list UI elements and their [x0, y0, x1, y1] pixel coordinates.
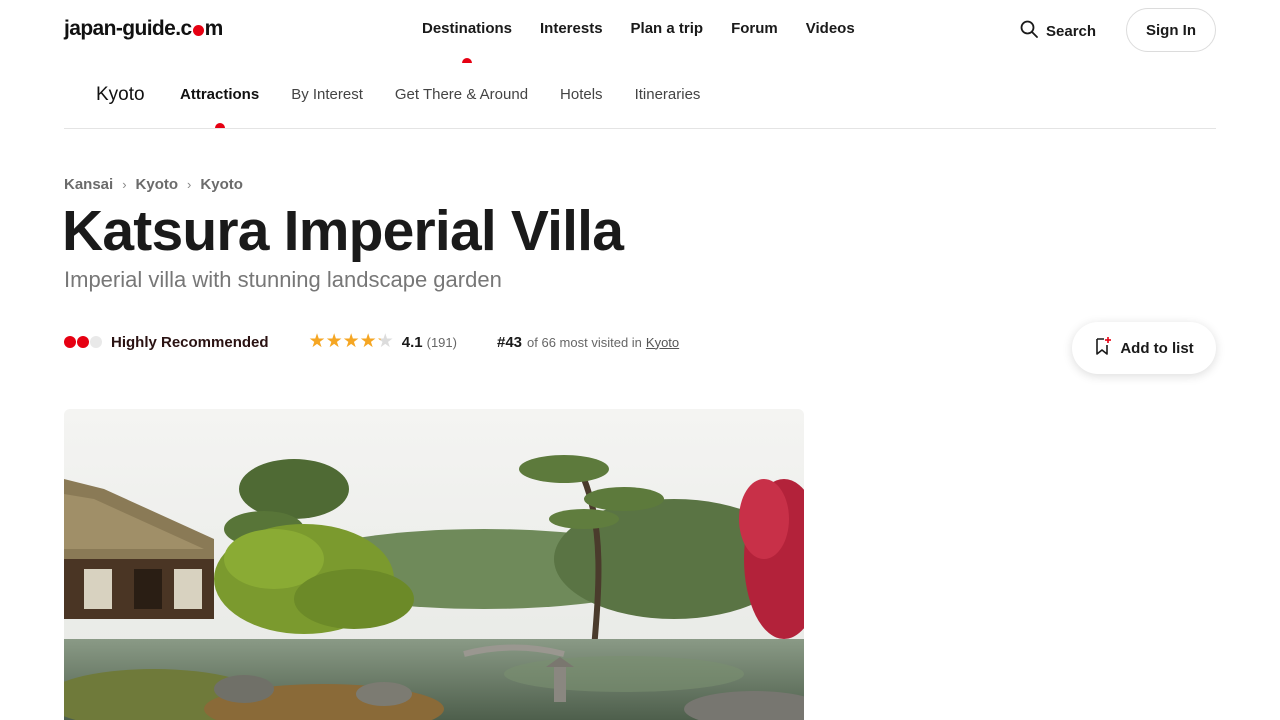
recommendation-dot — [90, 336, 102, 348]
city-title[interactable]: Kyoto — [96, 84, 145, 106]
tab-by-interest[interactable]: By Interest — [291, 86, 363, 103]
search-label: Search — [1046, 22, 1097, 40]
bookmark-plus-icon — [1094, 336, 1112, 360]
tab-attractions[interactable]: Attractions — [180, 86, 259, 128]
breadcrumb: Kansai › Kyoto › Kyoto — [64, 176, 243, 193]
city-sub-nav: Kyoto Attractions By Interest Get There … — [64, 60, 1216, 129]
breadcrumb-kyoto-city[interactable]: Kyoto — [200, 176, 243, 193]
main-nav-destinations[interactable]: Destinations — [422, 20, 512, 63]
recommendation-dot — [77, 336, 89, 348]
rank-text: of 66 most visited in — [527, 334, 642, 350]
recommendation-dot — [64, 336, 76, 348]
search-button[interactable]: Search — [1020, 20, 1096, 42]
tab-get-there-around[interactable]: Get There & Around — [395, 86, 528, 103]
logo-text-end: m — [204, 17, 224, 40]
star-icon: ★ — [342, 331, 360, 352]
rating-value: 4.1 — [401, 333, 423, 351]
main-nav-plan-a-trip[interactable]: Plan a trip — [631, 20, 704, 37]
main-nav-interests[interactable]: Interests — [540, 20, 603, 37]
star-icon: ★ — [376, 331, 394, 352]
logo-text-start: japan-guide.c — [64, 17, 192, 40]
logo-red-dot — [192, 24, 204, 36]
rank-city-link[interactable]: Kyoto — [646, 335, 679, 350]
rating-count[interactable]: (191) — [427, 335, 457, 350]
tab-hotels[interactable]: Hotels — [560, 86, 603, 103]
star-icon: ★ — [325, 331, 343, 352]
recommendation-label[interactable]: Highly Recommended — [111, 334, 269, 351]
hero-photo-garden[interactable] — [64, 409, 804, 720]
chevron-right-icon: › — [187, 177, 192, 192]
chevron-right-icon: › — [122, 177, 127, 192]
star-icon: ★ — [359, 331, 377, 352]
search-icon — [1020, 20, 1038, 42]
add-to-list-button[interactable]: Add to list — [1072, 322, 1216, 374]
page-subtitle: Imperial villa with stunning landscape g… — [64, 267, 502, 292]
attraction-meta: Highly Recommended ★ ★ ★ ★ ★ 4.1 (191) #… — [64, 332, 679, 352]
page-title: Katsura Imperial Villa — [62, 199, 624, 263]
sign-in-button[interactable]: Sign In — [1126, 8, 1216, 52]
main-nav-forum[interactable]: Forum — [731, 20, 778, 37]
rating-stars: ★ ★ ★ ★ ★ — [309, 332, 394, 352]
breadcrumb-kansai[interactable]: Kansai — [64, 176, 113, 193]
site-logo[interactable]: japan-guide.c m — [64, 17, 223, 41]
rank-number: #43 — [496, 333, 523, 351]
recommendation-dots-icon — [64, 336, 102, 348]
add-to-list-label: Add to list — [1120, 339, 1194, 357]
city-tabs: Attractions By Interest Get There & Arou… — [180, 86, 701, 128]
tab-itineraries[interactable]: Itineraries — [635, 86, 701, 103]
main-nav: Destinations Interests Plan a trip Forum… — [422, 20, 855, 63]
breadcrumb-kyoto-prefecture[interactable]: Kyoto — [136, 176, 179, 193]
site-header: japan-guide.c m Destinations Interests P… — [0, 0, 1280, 63]
star-icon: ★ — [308, 331, 326, 352]
main-nav-videos[interactable]: Videos — [806, 20, 855, 37]
